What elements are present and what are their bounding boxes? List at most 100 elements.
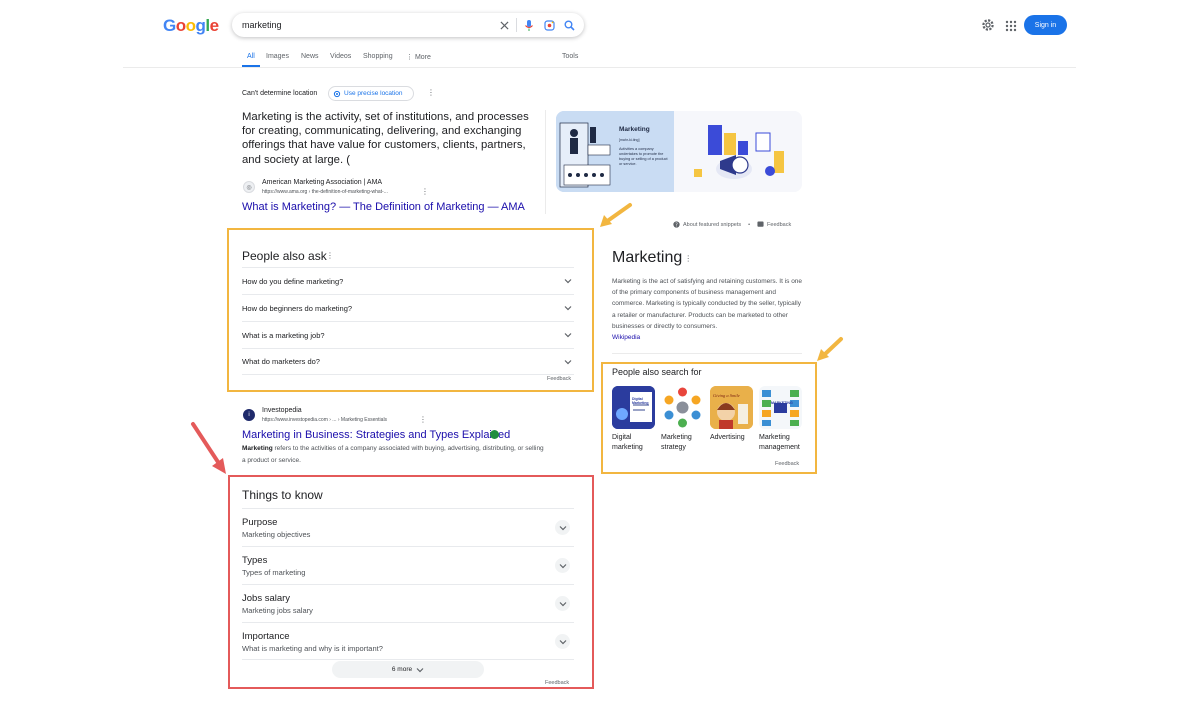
pasf-label: Marketing management	[759, 433, 802, 452]
pasf-label-line2: marketing	[612, 443, 643, 451]
paa-question[interactable]: What is a marketing job?	[242, 321, 574, 348]
paa-question-text: How do you define marketing?	[242, 276, 344, 286]
things-to-know-item[interactable]: Importance What is marketing and why is …	[242, 622, 574, 660]
snippet-image-definition[interactable]: Marketing [mahr-ki-ting] Activities a co…	[556, 111, 674, 192]
location-more-icon[interactable]: ⋮	[427, 89, 435, 97]
snippet-bold-term: Marketing	[242, 445, 273, 452]
image-subheading: [mahr-ki-ting]	[619, 138, 640, 142]
search-icon[interactable]	[561, 17, 577, 33]
investopedia-more-icon[interactable]: ⋮	[419, 416, 427, 424]
ama-result-more-icon[interactable]: ⋮	[421, 188, 429, 196]
wikipedia-link[interactable]: Wikipedia	[612, 334, 640, 341]
pasf-thumb-text: Giving a Smile	[713, 393, 740, 398]
pasf-label-line2: strategy	[661, 443, 686, 451]
pasf-thumbnail: Giving a Smile	[710, 386, 753, 429]
ama-result-title[interactable]: What is Marketing? — The Definition of M…	[242, 201, 525, 213]
tab-tools[interactable]: Tools	[562, 53, 578, 60]
feedback-icon	[757, 221, 764, 227]
chevron-down-icon	[555, 634, 570, 649]
image-definition: Activities a company undertakes to promo…	[619, 147, 668, 166]
pasf-label-line2: management	[759, 443, 800, 451]
annotation-arrow-orange-2	[817, 337, 843, 361]
chevron-down-icon	[416, 667, 424, 672]
ama-site-url[interactable]: https://www.ama.org › the-definition-of-…	[262, 189, 388, 195]
google-logo[interactable]: Google	[163, 16, 219, 36]
paa-feedback-link[interactable]: Feedback	[547, 376, 571, 382]
people-also-search-title: People also search for	[612, 367, 702, 377]
ama-site-name[interactable]: American Marketing Association | AMA	[262, 179, 382, 186]
people-also-ask-title: People also ask	[242, 249, 327, 263]
investopedia-favicon: i	[243, 409, 255, 421]
paa-more-icon[interactable]: ⋮	[326, 252, 334, 260]
pasf-item-advertising[interactable]: Giving a Smile Advertising	[710, 386, 753, 443]
pasf-item-marketing-management[interactable]: MARKETING Marketing management	[759, 386, 802, 452]
tab-all[interactable]: All	[247, 53, 255, 60]
chevron-down-icon	[562, 302, 574, 314]
pasf-thumbnail	[661, 386, 704, 429]
more-vert-icon: ⋮	[406, 54, 413, 61]
ama-favicon: ◎	[243, 181, 255, 193]
apps-grid-icon[interactable]	[1005, 19, 1017, 32]
tab-images[interactable]: Images	[266, 53, 289, 60]
tab-more-label: More	[414, 54, 431, 61]
tab-videos[interactable]: Videos	[330, 53, 351, 60]
paa-question[interactable]: What do marketers do?	[242, 348, 574, 375]
things-to-know-item[interactable]: Purpose Marketing objectives	[242, 508, 574, 546]
lens-search-icon[interactable]	[541, 17, 557, 33]
search-divider	[516, 18, 517, 32]
paa-question-text: What is a marketing job?	[242, 330, 325, 340]
ttk-item-subtitle: Types of marketing	[242, 568, 306, 577]
paa-question[interactable]: How do you define marketing?	[242, 267, 574, 294]
annotation-arrow-red	[191, 422, 226, 474]
kp-divider	[612, 353, 802, 354]
sign-in-button[interactable]: Sign in	[1024, 15, 1067, 35]
things-to-know-item[interactable]: Jobs salary Marketing jobs salary	[242, 584, 574, 622]
snippet-image-illustration[interactable]	[674, 111, 802, 192]
show-more-label: 6 more	[391, 666, 413, 673]
use-precise-location-label: Use precise location	[344, 90, 403, 97]
use-precise-location-button[interactable]: Use precise location	[328, 86, 414, 101]
pasf-label: Marketing strategy	[661, 433, 704, 452]
ttk-item-subtitle: Marketing jobs salary	[242, 606, 313, 615]
pasf-thumbnail: Digital Marketing	[612, 386, 655, 429]
snippet-divider	[545, 110, 546, 214]
kp-feedback-link[interactable]: Feedback	[775, 461, 799, 467]
clear-icon[interactable]	[496, 17, 512, 33]
gear-icon[interactable]	[981, 18, 995, 32]
about-featured-snippets[interactable]: ? About featured snippets • Feedback	[673, 221, 791, 228]
investopedia-url[interactable]: https://www.investopedia.com › ... › Mar…	[262, 417, 387, 423]
snippet-feedback-label: Feedback	[767, 221, 792, 228]
search-input[interactable]	[242, 17, 482, 33]
pasf-label-line1: Marketing	[661, 434, 692, 441]
things-to-know-item[interactable]: Types Types of marketing	[242, 546, 574, 584]
investopedia-snippet: Marketing refers to the activities of a …	[242, 443, 547, 467]
paa-question-text: How do beginners do marketing?	[242, 303, 353, 313]
knowledge-panel-title: Marketing ⋮	[612, 249, 692, 267]
tab-news[interactable]: News	[301, 53, 319, 60]
ttk-item-title: Purpose	[242, 517, 278, 528]
paa-question[interactable]: How do beginners do marketing?	[242, 294, 574, 321]
pasf-item-digital-marketing[interactable]: Digital Marketing Digital marketing	[612, 386, 655, 452]
verified-badge-icon	[490, 430, 499, 439]
investopedia-result-title[interactable]: Marketing in Business: Strategies and Ty…	[242, 429, 510, 441]
investopedia-site-name[interactable]: Investopedia	[262, 407, 302, 414]
pasf-thumb-text: MARKETING	[771, 401, 793, 405]
kp-title-text: Marketing	[612, 249, 683, 266]
things-to-know-title: Things to know	[242, 488, 323, 502]
chevron-down-icon	[555, 596, 570, 611]
knowledge-panel-description: Marketing is the act of satisfying and r…	[612, 276, 804, 343]
pasf-label: Digital marketing	[612, 433, 655, 452]
voice-search-icon[interactable]	[521, 17, 537, 33]
show-more-button[interactable]: 6 more	[332, 661, 484, 678]
pasf-label: Advertising	[710, 433, 753, 443]
annotation-arrow-orange-1	[600, 203, 632, 227]
ttk-feedback-link[interactable]: Feedback	[545, 680, 569, 686]
ttk-item-title: Types	[242, 555, 268, 566]
chevron-down-icon	[562, 329, 574, 341]
tab-more[interactable]: ⋮ More	[406, 53, 431, 61]
kp-more-icon[interactable]: ⋮	[684, 254, 692, 263]
pasf-item-marketing-strategy[interactable]: Marketing strategy	[661, 386, 704, 452]
search-box	[232, 13, 584, 37]
bullet-separator: •	[748, 221, 751, 228]
tab-shopping[interactable]: Shopping	[363, 53, 393, 60]
